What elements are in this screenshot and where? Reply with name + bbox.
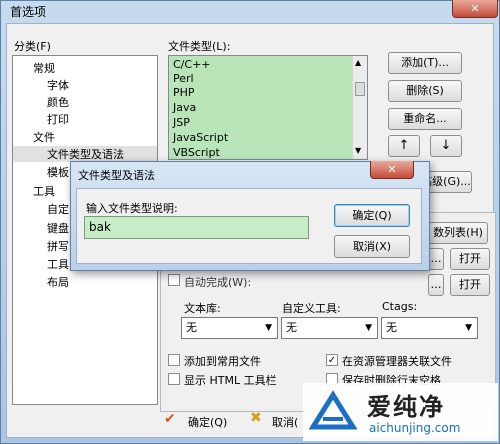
cancel-x-icon: ✖ <box>250 410 262 426</box>
textlib-label: 文本库: <box>184 302 221 315</box>
tree-item-tools[interactable]: 工具 <box>33 183 55 199</box>
scroll-up-icon[interactable]: ▲ <box>355 58 361 67</box>
ok-button[interactable]: 确定(Q) <box>188 414 227 430</box>
tree-item-custom[interactable]: 自定 <box>47 201 69 217</box>
watermark: 爱纯净 aichunjing.com <box>303 383 498 441</box>
close-button[interactable]: ✕ <box>452 0 498 18</box>
rename-button[interactable]: 重命名... <box>388 108 462 130</box>
list-item[interactable]: VBScript <box>173 146 220 159</box>
list-item[interactable]: Java <box>173 101 196 114</box>
tree-item-template[interactable]: 模板 <box>47 164 69 180</box>
explorer-assoc-label: 在资源管理器关联文件 <box>342 355 452 368</box>
show-html-toolbar-label: 显示 HTML 工具栏 <box>184 374 277 387</box>
explorer-assoc-checkbox[interactable]: ✓ <box>326 354 338 366</box>
open-button-2[interactable]: 打开 <box>450 274 490 296</box>
list-item[interactable]: Perl <box>173 72 194 85</box>
add-common-label: 添加到常用文件 <box>184 355 261 368</box>
open-button-1[interactable]: 打开 <box>450 248 490 270</box>
filetype-name-input[interactable]: bak <box>84 216 309 239</box>
tree-item-keyboard[interactable]: 键盘 <box>47 220 69 236</box>
browse-button-2[interactable]: … <box>428 274 444 296</box>
move-up-button[interactable]: ↑ <box>388 135 420 157</box>
ctags-select[interactable]: 无 ▼ <box>381 317 478 339</box>
cancel-button[interactable]: 取消( <box>272 414 298 430</box>
check-icon: ✔ <box>164 411 176 427</box>
dialog-ok-button[interactable]: 确定(Q) <box>334 204 410 227</box>
tree-item-color[interactable]: 颜色 <box>47 94 69 110</box>
dialog-prompt: 输入文件类型说明: <box>86 202 178 215</box>
custom-tool-label: 自定义工具: <box>282 302 341 315</box>
list-button[interactable]: 数列表(H) <box>428 222 488 244</box>
show-html-toolbar-checkbox[interactable] <box>168 373 180 385</box>
move-down-button[interactable]: ↓ <box>430 135 462 157</box>
chevron-down-icon: ▼ <box>365 323 372 333</box>
dialog-title: 文件类型及语法 <box>78 169 155 182</box>
browse-button-1[interactable]: … <box>428 248 444 270</box>
watermark-brand: 爱纯净 <box>367 393 445 421</box>
select-value: 无 <box>386 321 397 334</box>
filetype-scrollbar[interactable]: ▲ ▼ <box>352 56 367 159</box>
list-item[interactable]: JavaScript <box>173 131 228 144</box>
scroll-thumb[interactable] <box>355 82 365 96</box>
custom-tool-select[interactable]: 无 ▼ <box>281 317 378 339</box>
tree-item-general[interactable]: 常规 <box>33 60 55 76</box>
chevron-down-icon: ▼ <box>465 323 472 333</box>
tree-item-font[interactable]: 字体 <box>47 77 69 93</box>
select-value: 无 <box>286 321 297 334</box>
textlib-select[interactable]: 无 ▼ <box>181 317 278 339</box>
category-label: 分类(F) <box>14 40 51 53</box>
filetype-list[interactable]: C/C++ Perl PHP Java JSP JavaScript VBScr… <box>168 55 368 160</box>
tree-item-tools2[interactable]: 工具 <box>47 256 69 272</box>
auto-complete-label: 自动完成(W): <box>184 276 252 289</box>
window-title: 首选项 <box>10 5 47 19</box>
tree-item-layout[interactable]: 布局 <box>47 274 69 290</box>
watermark-url: aichunjing.com <box>369 421 461 435</box>
list-item[interactable]: PHP <box>173 86 195 99</box>
filetype-label: 文件类型(L): <box>168 40 231 53</box>
tree-item-spelling[interactable]: 拼写 <box>47 238 69 254</box>
tree-item-file[interactable]: 文件 <box>33 129 55 145</box>
delete-button[interactable]: 删除(S) <box>388 80 462 102</box>
ctags-label: Ctags: <box>382 300 418 313</box>
tree-item-print[interactable]: 打印 <box>47 111 69 127</box>
tree-item-filetype-syntax[interactable]: 文件类型及语法 <box>13 146 157 162</box>
dialog-close-button[interactable]: ✕ <box>370 161 414 179</box>
chevron-down-icon: ▼ <box>265 323 272 333</box>
list-item[interactable]: C/C++ <box>173 58 211 71</box>
logo-icon <box>309 390 357 430</box>
auto-complete-checkbox[interactable] <box>168 274 180 286</box>
list-item[interactable]: JSP <box>173 116 190 129</box>
select-value: 无 <box>186 321 197 334</box>
add-button[interactable]: 添加(T)... <box>388 52 462 74</box>
scroll-down-icon[interactable]: ▼ <box>355 146 361 155</box>
add-common-checkbox[interactable] <box>168 354 180 366</box>
dialog-cancel-button[interactable]: 取消(X) <box>334 235 410 258</box>
